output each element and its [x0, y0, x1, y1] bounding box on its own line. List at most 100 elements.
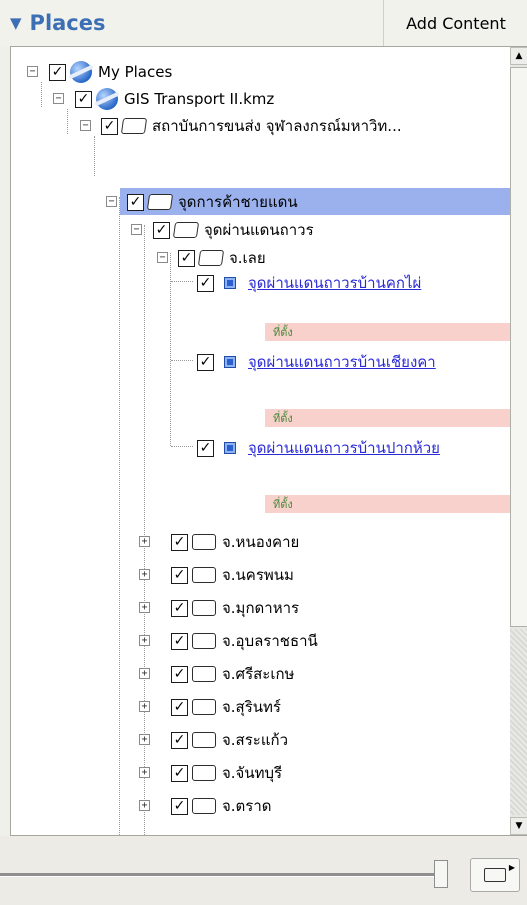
- scroll-track[interactable]: [510, 629, 527, 815]
- globe-icon: [70, 61, 92, 83]
- placemark-icon: [224, 356, 236, 368]
- tree-item-placemark[interactable]: ✓ จุดผ่านแดนถาวรบ้านปากห้วย: [197, 435, 440, 461]
- tree-item-province[interactable]: ✓ จ.ตราด: [171, 793, 272, 819]
- tree-item-loei[interactable]: ✓ จ.เลย: [178, 245, 266, 271]
- bottom-toolbar: ▶: [0, 836, 527, 905]
- tree-item-placemark[interactable]: ✓ จุดผ่านแดนถาวรบ้านเชียงคา: [197, 349, 436, 375]
- scroll-up-button[interactable]: ▲: [510, 47, 527, 65]
- placemark-subtext: ที่ตั้ง: [273, 326, 293, 339]
- folder-icon: [192, 633, 216, 649]
- tree-item-province[interactable]: ✓ จ.อุบลราชธานี: [171, 628, 318, 654]
- collapse-triangle-icon: ▼: [10, 14, 22, 32]
- tree-item-province[interactable]: ✓ จ.มุกดาหาร: [171, 595, 299, 621]
- expand-toggle-icon[interactable]: +: [139, 668, 150, 679]
- tree-item-my-places[interactable]: ✓ My Places: [49, 59, 172, 85]
- tree-line: [171, 281, 193, 282]
- checkbox[interactable]: ✓: [197, 353, 214, 371]
- checkbox[interactable]: ✓: [127, 193, 144, 211]
- scroll-thumb[interactable]: [510, 67, 527, 627]
- opacity-slider-track[interactable]: [0, 873, 445, 877]
- add-content-button[interactable]: Add Content: [383, 0, 527, 46]
- tree-item-label: จ.ศรีสะเกษ: [222, 665, 295, 683]
- collapse-toggle-icon[interactable]: −: [106, 196, 117, 207]
- checkbox[interactable]: ✓: [49, 63, 66, 81]
- checkbox[interactable]: ✓: [178, 249, 195, 267]
- placemark-link[interactable]: จุดผ่านแดนถาวรบ้านปากห้วย: [248, 436, 440, 460]
- placemark-subtext: ที่ตั้ง: [273, 498, 293, 511]
- expand-toggle-icon[interactable]: +: [139, 635, 150, 646]
- checkbox[interactable]: ✓: [75, 90, 92, 108]
- tree-item-placemark[interactable]: ✓ จุดผ่านแดนถาวรบ้านคกไผ่: [197, 270, 421, 296]
- tree-item-province[interactable]: ✓ จ.สระแก้ว: [171, 727, 288, 753]
- tree-line: [144, 225, 145, 837]
- expand-toggle-icon[interactable]: +: [139, 701, 150, 712]
- tree-item-label: จ.จันทบุรี: [222, 764, 283, 782]
- tree-item-label: จ.อุบลราชธานี: [222, 632, 318, 650]
- tree-item-label: จ.เลย: [229, 249, 266, 267]
- folder-icon: [484, 868, 506, 882]
- tree-line: [171, 446, 193, 447]
- checkbox[interactable]: ✓: [171, 797, 188, 815]
- collapse-toggle-icon[interactable]: −: [131, 224, 142, 235]
- folder-options-button[interactable]: ▶: [470, 858, 520, 892]
- tree-item-label: จ.สระแก้ว: [222, 731, 288, 749]
- opacity-slider-thumb[interactable]: [434, 860, 448, 888]
- checkbox[interactable]: ✓: [171, 599, 188, 617]
- placemark-description: [265, 323, 510, 341]
- placemark-icon: [224, 277, 236, 289]
- tree-line: [94, 136, 95, 176]
- collapse-toggle-icon[interactable]: −: [80, 120, 91, 131]
- tree-item-institute[interactable]: ✓ สถาบันการขนส่ง จุฬาลงกรณ์มหาวิท...: [101, 113, 402, 139]
- checkbox[interactable]: ✓: [171, 764, 188, 782]
- tree-item-label: จ.สุรินทร์: [222, 698, 281, 716]
- tree-item-province[interactable]: ✓ จ.นครพนม: [171, 562, 294, 588]
- folder-icon: [192, 765, 216, 781]
- expand-toggle-icon[interactable]: +: [139, 569, 150, 580]
- vertical-scrollbar[interactable]: ▲ ▼: [510, 47, 527, 835]
- checkbox[interactable]: ✓: [171, 665, 188, 683]
- dropdown-arrow-icon: ▶: [508, 863, 515, 872]
- checkbox[interactable]: ✓: [171, 731, 188, 749]
- scroll-down-button[interactable]: ▼: [510, 817, 527, 835]
- placemark-description: [265, 495, 510, 513]
- checkbox[interactable]: ✓: [197, 274, 214, 292]
- collapse-toggle-icon[interactable]: −: [27, 66, 38, 77]
- expand-toggle-icon[interactable]: +: [139, 800, 150, 811]
- checkbox[interactable]: ✓: [171, 566, 188, 584]
- tree-item-border-trade[interactable]: ✓ จุดการค้าชายแดน: [127, 189, 298, 215]
- tree-item-permanent[interactable]: ✓ จุดผ่านแดนถาวร: [153, 217, 314, 243]
- tree-item-label: จุดผ่านแดนถาวร: [204, 221, 314, 239]
- tree-item-kmz[interactable]: ✓ GIS Transport II.kmz: [75, 86, 274, 112]
- places-tree: − ✓ My Places − ✓ GIS Transport II.kmz −…: [10, 46, 527, 837]
- tree-item-province[interactable]: ✓ จ.หนองคาย: [171, 529, 299, 555]
- collapse-toggle-icon[interactable]: −: [53, 93, 64, 104]
- checkbox[interactable]: ✓: [171, 698, 188, 716]
- expand-toggle-icon[interactable]: +: [139, 734, 150, 745]
- places-title-toggle[interactable]: ▼ Places: [10, 8, 106, 38]
- placemark-link[interactable]: จุดผ่านแดนถาวรบ้านเชียงคา: [248, 350, 436, 374]
- expand-toggle-icon[interactable]: +: [139, 536, 150, 547]
- placemark-link[interactable]: จุดผ่านแดนถาวรบ้านคกไผ่: [248, 271, 421, 295]
- expand-toggle-icon[interactable]: +: [139, 767, 150, 778]
- tree-line: [41, 82, 42, 107]
- folder-icon: [192, 600, 216, 616]
- folder-icon: [192, 732, 216, 748]
- folder-icon: [192, 666, 216, 682]
- globe-icon: [96, 88, 118, 110]
- checkbox[interactable]: ✓: [171, 533, 188, 551]
- tree-line: [119, 197, 120, 837]
- folder-icon: [192, 699, 216, 715]
- tree-item-province[interactable]: ✓ จ.สุรินทร์: [171, 694, 281, 720]
- tree-item-province[interactable]: ✓ จ.จันทบุรี: [171, 760, 282, 786]
- checkbox[interactable]: ✓: [101, 117, 118, 135]
- checkbox[interactable]: ✓: [171, 632, 188, 650]
- tree-item-province[interactable]: ✓ จ.ศรีสะเกษ: [171, 661, 294, 687]
- checkbox[interactable]: ✓: [197, 439, 214, 457]
- collapse-toggle-icon[interactable]: −: [157, 252, 168, 263]
- places-header: ▼ Places Add Content: [0, 0, 527, 46]
- folder-open-icon: [197, 250, 225, 266]
- expand-toggle-icon[interactable]: +: [139, 602, 150, 613]
- tree-item-label: จุดการค้าชายแดน: [178, 193, 298, 211]
- checkbox[interactable]: ✓: [153, 221, 170, 239]
- tree-item-label: จ.นครพนม: [222, 566, 294, 584]
